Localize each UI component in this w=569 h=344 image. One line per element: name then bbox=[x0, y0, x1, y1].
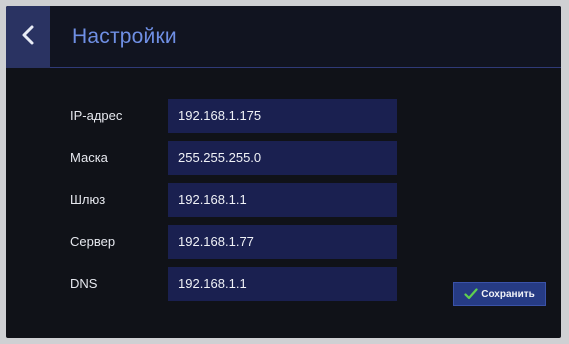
header-divider bbox=[50, 67, 561, 68]
dns-label: DNS bbox=[70, 276, 98, 291]
ip-address-row: IP-адрес bbox=[6, 99, 561, 133]
server-label: Сервер bbox=[70, 234, 116, 249]
save-button-label: Сохранить bbox=[481, 288, 535, 300]
page-title: Настройки bbox=[72, 25, 177, 48]
checkmark-icon bbox=[464, 288, 478, 300]
back-button[interactable] bbox=[6, 6, 50, 68]
gateway-label: Шлюз bbox=[70, 192, 106, 207]
ip-address-label: IP-адрес bbox=[70, 108, 123, 123]
header-bar: Настройки bbox=[6, 6, 561, 68]
settings-screen: Настройки IP-адрес Маска Шлюз Сервер DNS bbox=[6, 6, 561, 338]
gateway-field[interactable] bbox=[168, 183, 397, 217]
mask-field[interactable] bbox=[168, 141, 397, 175]
server-field[interactable] bbox=[168, 225, 397, 259]
ip-address-field[interactable] bbox=[168, 99, 397, 133]
device-frame: Настройки IP-адрес Маска Шлюз Сервер DNS bbox=[0, 0, 569, 344]
save-button[interactable]: Сохранить bbox=[453, 282, 546, 306]
gateway-row: Шлюз bbox=[6, 183, 561, 217]
mask-row: Маска bbox=[6, 141, 561, 175]
server-row: Сервер bbox=[6, 225, 561, 259]
dns-field[interactable] bbox=[168, 267, 397, 301]
chevron-left-icon bbox=[21, 24, 35, 51]
mask-label: Маска bbox=[70, 150, 108, 165]
